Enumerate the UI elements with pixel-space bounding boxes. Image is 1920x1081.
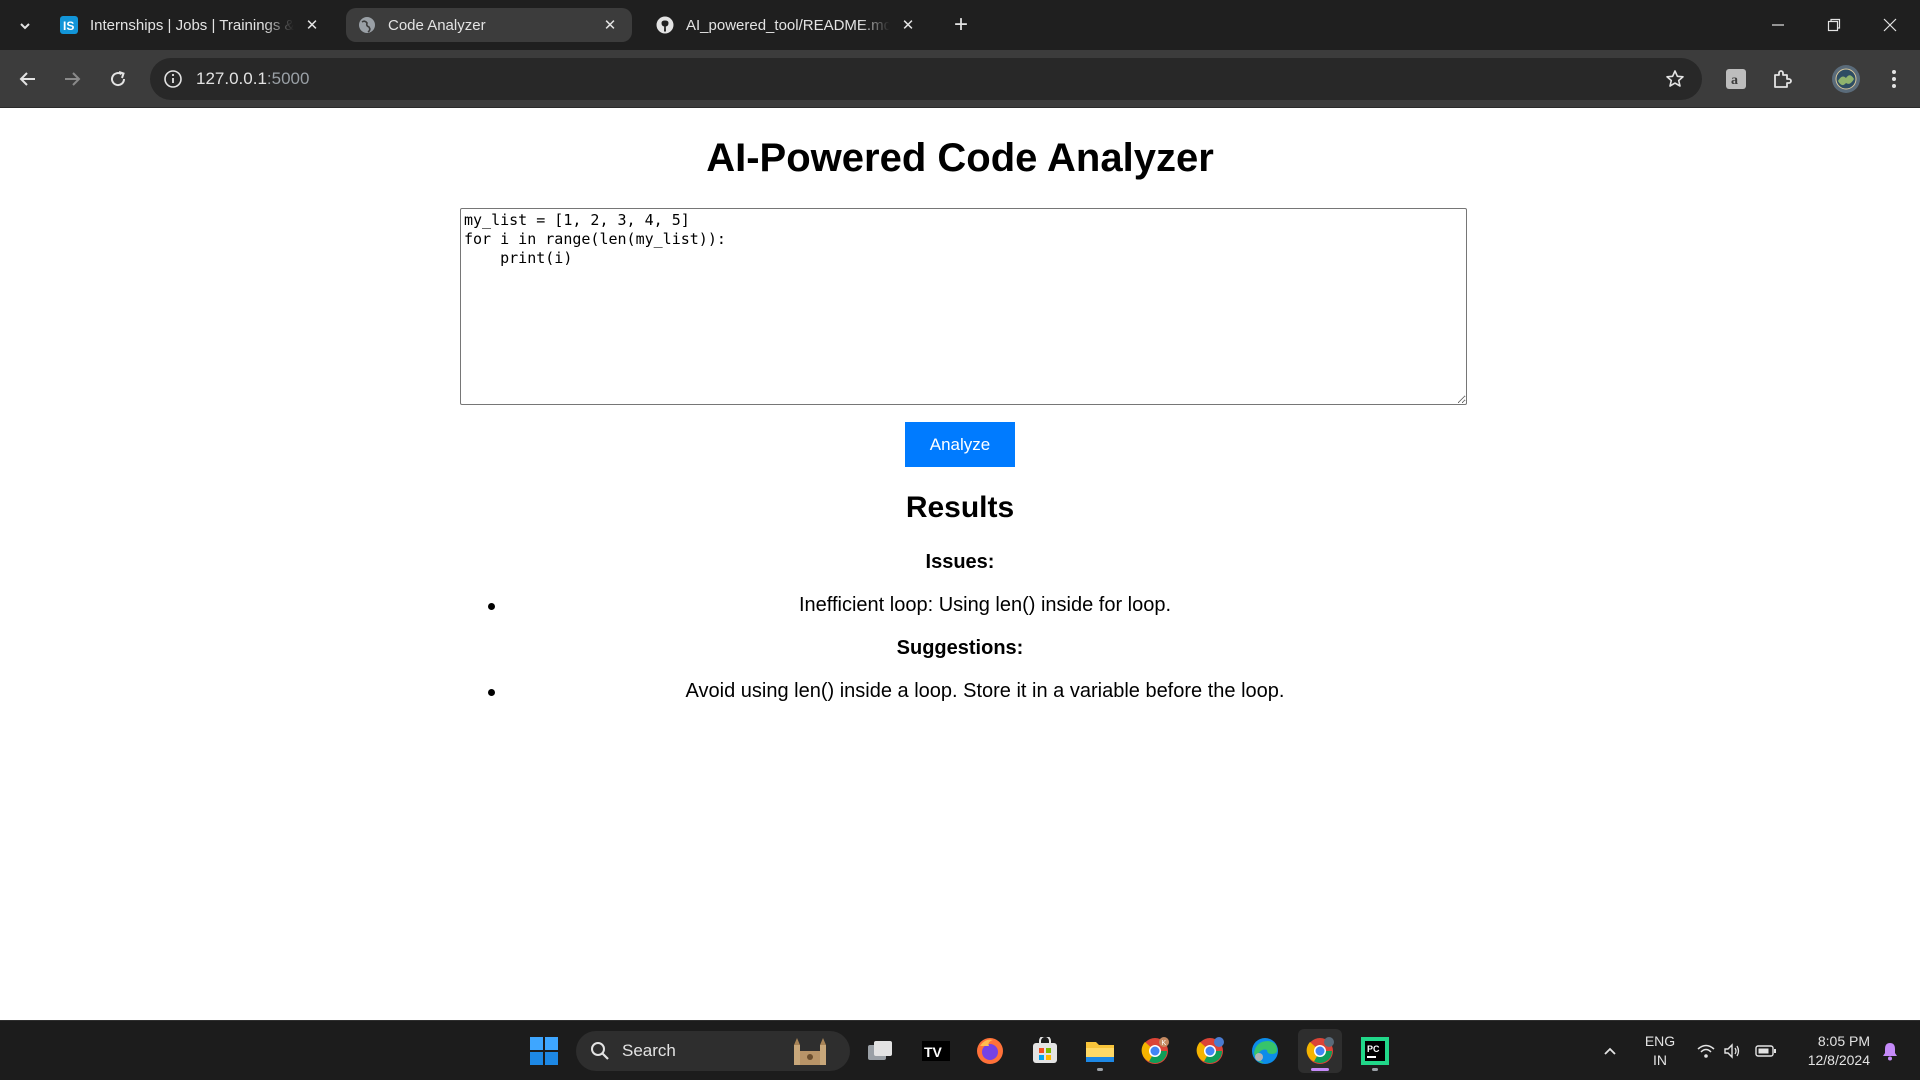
suggestions-heading: Suggestions:: [896, 637, 1024, 659]
svg-text:IS: IS: [63, 19, 74, 33]
volume-icon[interactable]: [1720, 1021, 1744, 1081]
issues-heading: Issues:: [925, 551, 995, 573]
tab-github-readme[interactable]: AI_powered_tool/README.md at main ✕: [644, 8, 930, 42]
firefox-app-icon[interactable]: [968, 1029, 1012, 1073]
browser-menu-icon[interactable]: [1878, 63, 1910, 95]
svg-text:PC: PC: [1367, 1044, 1380, 1054]
globe-icon: [358, 16, 376, 34]
results-heading: Results: [905, 491, 1015, 524]
system-clock[interactable]: 8:05 PM 12/8/2024: [1786, 1021, 1870, 1081]
url-port: :5000: [266, 69, 310, 88]
browser-toolbar: 127.0.0.1:5000 a: [0, 50, 1920, 108]
region-code: IN: [1653, 1052, 1667, 1068]
minimize-icon[interactable]: [1750, 0, 1806, 50]
language-code: ENG: [1644, 1033, 1676, 1049]
address-bar[interactable]: 127.0.0.1:5000: [150, 58, 1702, 100]
tab-title: AI_powered_tool/README.md at main: [686, 16, 890, 34]
chrome-active-icon[interactable]: [1298, 1029, 1342, 1073]
bullet-icon: [488, 689, 495, 696]
show-hidden-icons-chevron-icon[interactable]: [1596, 1021, 1624, 1081]
tradingview-app-icon[interactable]: TV: [914, 1029, 958, 1073]
bookmark-star-icon[interactable]: [1664, 68, 1686, 90]
suggestion-text: Avoid using len() inside a loop. Store i…: [685, 680, 1285, 702]
github-icon: [656, 16, 674, 34]
search-icon: [591, 1042, 609, 1060]
clock-date: 12/8/2024: [1807, 1052, 1870, 1068]
svg-text:TV: TV: [924, 1044, 943, 1060]
tab-title: Internships | Jobs | Trainings & Placeme…: [90, 16, 294, 34]
running-indicator: [1097, 1068, 1103, 1071]
forward-arrow-icon[interactable]: [56, 63, 88, 95]
microsoft-store-icon[interactable]: [1023, 1029, 1067, 1073]
url-text: 127.0.0.1:5000: [196, 69, 309, 89]
svg-text:a: a: [1731, 73, 1738, 88]
wifi-icon[interactable]: [1694, 1021, 1718, 1081]
amazon-assistant-icon[interactable]: a: [1720, 63, 1752, 95]
browser-tab-strip: IS Internships | Jobs | Trainings & Plac…: [0, 0, 1920, 50]
notification-bell-icon[interactable]: [1874, 1021, 1906, 1081]
svg-text:K: K: [1162, 1040, 1167, 1047]
task-view-icon[interactable]: [858, 1029, 902, 1073]
search-label: Search: [622, 1041, 676, 1060]
close-tab-icon[interactable]: ✕: [600, 15, 620, 35]
tab-internshala[interactable]: IS Internships | Jobs | Trainings & Plac…: [48, 8, 334, 42]
issue-text: Inefficient loop: Using len() inside for…: [798, 594, 1172, 616]
tab-code-analyzer[interactable]: Code Analyzer ✕: [346, 8, 632, 42]
profile-avatar-icon[interactable]: [1830, 63, 1862, 95]
edge-browser-icon[interactable]: [1243, 1029, 1287, 1073]
page-content: AI-Powered Code Analyzer my_list = [1, 2…: [0, 109, 1920, 1019]
active-indicator: [1311, 1068, 1329, 1071]
site-info-icon[interactable]: [162, 68, 184, 90]
new-tab-button[interactable]: +: [948, 11, 974, 38]
search-highlight-cathedral-icon: [794, 1038, 826, 1065]
close-tab-icon[interactable]: ✕: [302, 15, 322, 35]
battery-icon[interactable]: [1752, 1021, 1780, 1081]
extensions-puzzle-icon[interactable]: [1766, 63, 1798, 95]
analyze-button[interactable]: Analyze: [905, 422, 1015, 467]
taskbar-search-box[interactable]: Search: [576, 1031, 850, 1071]
code-input-textarea[interactable]: my_list = [1, 2, 3, 4, 5] for i in range…: [460, 208, 1467, 405]
close-window-icon[interactable]: [1862, 0, 1918, 50]
chrome-profile-k-icon[interactable]: K: [1133, 1029, 1177, 1073]
running-indicator: [1372, 1068, 1378, 1071]
tab-search-dropdown-icon[interactable]: [12, 13, 38, 39]
pycharm-app-icon[interactable]: PC: [1353, 1029, 1397, 1073]
back-arrow-icon[interactable]: [12, 63, 44, 95]
page-title: AI-Powered Code Analyzer: [706, 136, 1214, 180]
windows-start-icon[interactable]: [522, 1029, 566, 1073]
bullet-icon: [488, 603, 495, 610]
chrome-profile-2-icon[interactable]: [1188, 1029, 1232, 1073]
tab-title: Code Analyzer: [388, 16, 486, 34]
file-explorer-icon[interactable]: [1078, 1029, 1122, 1073]
windows-taskbar: Search TV K PC ENG IN 8:05 PM 12/8/2024: [0, 1020, 1920, 1080]
close-tab-icon[interactable]: ✕: [898, 15, 918, 35]
language-indicator[interactable]: ENG IN: [1636, 1021, 1684, 1081]
clock-time: 8:05 PM: [1817, 1033, 1870, 1049]
url-host: 127.0.0.1: [196, 69, 267, 88]
internshala-icon: IS: [60, 16, 78, 34]
restore-icon[interactable]: [1806, 0, 1862, 50]
reload-icon[interactable]: [102, 63, 134, 95]
